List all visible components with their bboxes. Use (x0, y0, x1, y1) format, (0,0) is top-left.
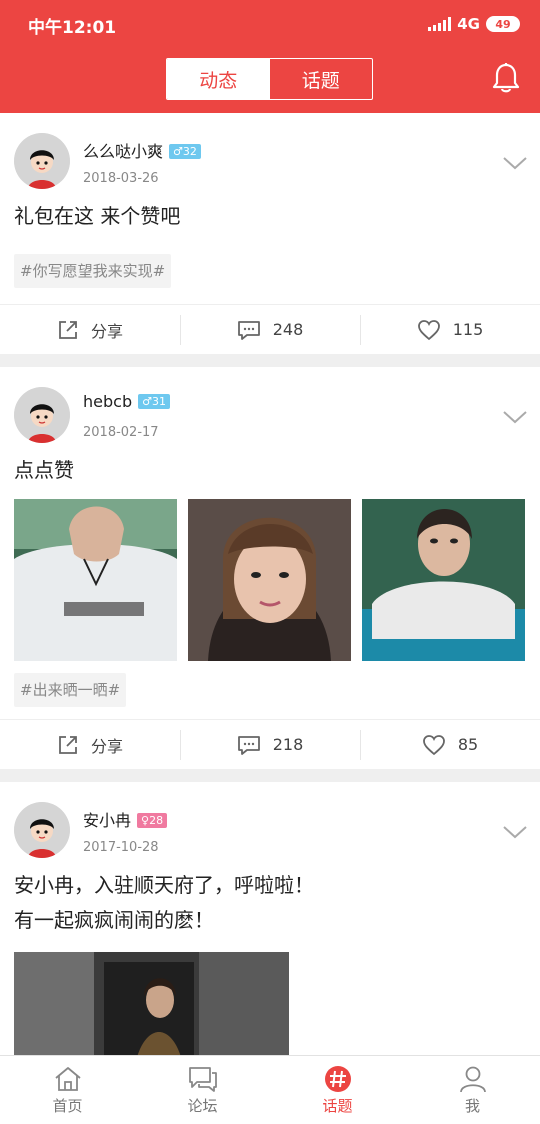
post-text: 安小冉，入驻顺天府了，呼啦啦！ 有一起疯疯闹闹的麽！ (0, 864, 540, 938)
status-time: 中午12:01 (28, 18, 117, 38)
avatar[interactable] (14, 802, 70, 858)
gender-age-badge: ♂32 (169, 144, 201, 159)
post-text-line: 安小冉，入驻顺天府了，呼啦啦！ (14, 873, 314, 897)
username[interactable]: hebcb ♂31 (83, 392, 170, 411)
heart-icon (422, 734, 445, 755)
nav-label: 首页 (52, 1096, 83, 1115)
tab-dynamic[interactable]: 动态 (167, 59, 270, 99)
post-text-line: 有一起疯疯闹闹的麽！ (14, 908, 214, 932)
heart-icon (417, 319, 440, 340)
tab-topics[interactable]: 话题 (270, 59, 373, 99)
comment-count: 218 (272, 735, 304, 754)
nav-profile[interactable]: 我 (405, 1056, 540, 1124)
app-screen: 中午12:01 4G 49 动态 话题 么么哒小爽 ♂32 2018-03-26… (0, 0, 540, 1124)
post-actions: 分享 218 85 (0, 719, 540, 769)
section-divider (0, 769, 540, 782)
post-date: 2018-03-26 (83, 171, 159, 186)
username[interactable]: 安小冉 ♀28 (83, 807, 168, 831)
post-header: 么么哒小爽 ♂32 2018-03-26 (0, 113, 540, 195)
profile-icon (459, 1066, 486, 1092)
nav-label: 论坛 (187, 1096, 218, 1115)
post-date: 2018-02-17 (83, 425, 159, 440)
comment-icon (237, 735, 260, 755)
comment-button[interactable]: 218 (180, 720, 360, 770)
avatar[interactable] (14, 387, 70, 443)
share-icon (59, 320, 77, 339)
post-feed: 么么哒小爽 ♂32 2018-03-26 礼包在这 来个赞吧 #你写愿望我来实现#… (0, 113, 540, 1092)
signal-icon (428, 17, 452, 31)
username[interactable]: 么么哒小爽 ♂32 (83, 138, 201, 162)
avatar[interactable] (14, 133, 70, 189)
chevron-down-icon[interactable] (502, 409, 528, 425)
username-text: 么么哒小爽 (83, 142, 164, 161)
top-header: 中午12:01 4G 49 动态 话题 (0, 0, 540, 113)
post-photo[interactable] (362, 499, 525, 661)
post-text: 礼包在这 来个赞吧 (14, 204, 181, 228)
header-tab-switch: 动态 话题 (166, 58, 373, 100)
username-text: hebcb (83, 392, 133, 411)
battery-level: 49 (495, 17, 511, 31)
post-photo[interactable] (14, 499, 177, 661)
network-type: 4G (457, 15, 480, 33)
nav-forum[interactable]: 论坛 (135, 1056, 270, 1124)
post-actions: 分享 248 115 (0, 304, 540, 354)
bottom-navigation: 首页 论坛 话题 我 (0, 1055, 540, 1124)
gender-age-badge: ♀28 (137, 813, 168, 828)
comment-icon (237, 320, 260, 340)
topic-hash-icon (324, 1065, 351, 1092)
username-text: 安小冉 (83, 811, 132, 830)
post-header: hebcb ♂31 2018-02-17 (0, 367, 540, 449)
post-card: hebcb ♂31 2018-02-17 点点赞 #出来晒一晒# 分享 218 … (0, 367, 540, 769)
share-label: 分享 (90, 736, 123, 756)
comment-count: 248 (272, 320, 304, 339)
status-indicators: 4G 49 (428, 13, 520, 35)
like-count: 85 (457, 735, 479, 754)
section-divider (0, 354, 540, 367)
home-icon (54, 1066, 81, 1091)
battery-icon: 49 (486, 16, 520, 32)
chevron-down-icon[interactable] (502, 155, 528, 171)
forum-icon (188, 1066, 217, 1092)
like-button[interactable]: 85 (360, 720, 540, 770)
post-photo[interactable] (188, 499, 351, 661)
nav-home[interactable]: 首页 (0, 1056, 135, 1124)
photo-grid (0, 499, 540, 661)
post-header: 安小冉 ♀28 2017-10-28 (0, 782, 540, 864)
nav-topics[interactable]: 话题 (270, 1056, 405, 1124)
post-card: 么么哒小爽 ♂32 2018-03-26 礼包在这 来个赞吧 #你写愿望我来实现#… (0, 113, 540, 354)
like-count: 115 (452, 320, 484, 339)
comment-button[interactable]: 248 (180, 305, 360, 355)
post-card: 安小冉 ♀28 2017-10-28 安小冉，入驻顺天府了，呼啦啦！ 有一起疯疯闹… (0, 782, 540, 1092)
gender-age-badge: ♂31 (138, 394, 170, 409)
share-icon (59, 735, 77, 754)
post-date: 2017-10-28 (83, 840, 159, 855)
nav-label: 话题 (322, 1096, 353, 1115)
share-button[interactable]: 分享 (0, 720, 180, 770)
topic-tag[interactable]: #出来晒一晒# (14, 673, 127, 707)
like-button[interactable]: 115 (360, 305, 540, 355)
share-label: 分享 (90, 321, 123, 341)
share-button[interactable]: 分享 (0, 305, 180, 355)
chevron-down-icon[interactable] (502, 824, 528, 840)
bell-icon[interactable] (491, 62, 521, 94)
topic-tag[interactable]: #你写愿望我来实现# (14, 254, 172, 288)
post-text: 点点赞 (14, 458, 74, 482)
nav-label: 我 (464, 1096, 480, 1115)
status-bar: 中午12:01 4G 49 (0, 0, 540, 46)
